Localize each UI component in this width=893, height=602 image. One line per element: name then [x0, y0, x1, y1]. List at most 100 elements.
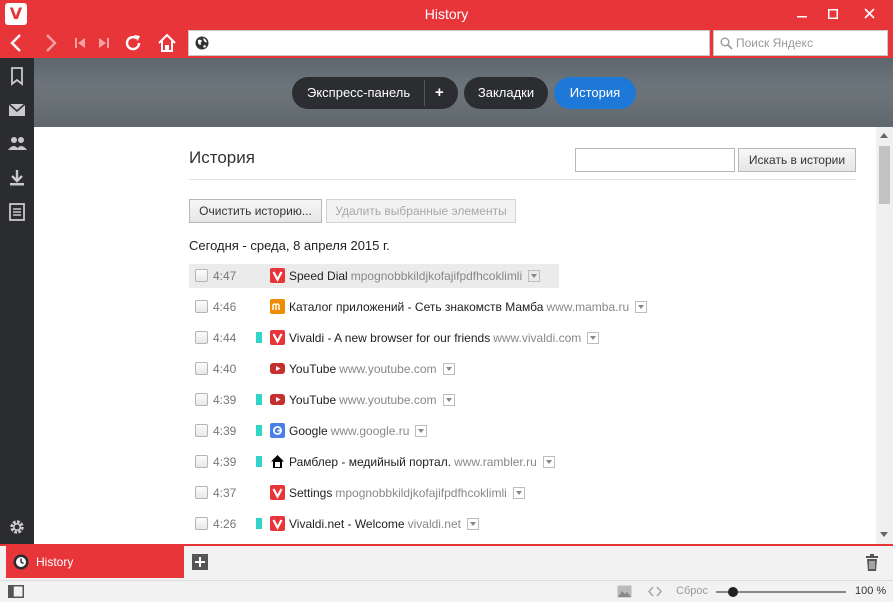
history-row-title[interactable]: Google: [289, 424, 328, 438]
vertical-scrollbar[interactable]: [876, 127, 893, 544]
history-row-checkbox[interactable]: [195, 517, 208, 530]
page-title: История: [189, 148, 255, 167]
history-row-url: vivaldi.net: [407, 517, 461, 531]
row-menu-chevron-down-icon[interactable]: [442, 362, 455, 375]
day-heading: Сегодня - среда, 8 апреля 2015 г.: [189, 238, 390, 253]
history-search-input[interactable]: [575, 148, 735, 172]
header-band: Экспресс-панель + Закладки История: [34, 58, 893, 127]
row-menu-chevron-down-icon[interactable]: [466, 517, 479, 530]
row-menu-chevron-down-icon[interactable]: [542, 455, 555, 468]
close-icon: [863, 8, 875, 19]
tab-bar: History: [0, 544, 893, 580]
maximize-button[interactable]: [820, 0, 846, 28]
history-row-title[interactable]: YouTube: [289, 393, 336, 407]
history-row-time: 4:47: [213, 269, 237, 283]
history-row-checkbox[interactable]: [195, 269, 208, 282]
chevron-right-icon: [46, 34, 57, 52]
history-row-time: 4:46: [213, 300, 237, 314]
search-icon: [720, 37, 733, 50]
close-button[interactable]: [852, 0, 886, 28]
history-row-title[interactable]: Speed Dial: [289, 269, 348, 283]
bookmark-marker-icon: [256, 332, 262, 343]
youtube-icon: [270, 361, 285, 376]
maximize-icon: [828, 9, 838, 19]
images-icon[interactable]: [617, 585, 632, 598]
contacts-panel-icon[interactable]: [6, 133, 28, 155]
history-row-checkbox[interactable]: [195, 486, 208, 499]
history-row-title[interactable]: Каталог приложений - Сеть знакомств Мамб…: [289, 300, 543, 314]
row-menu-chevron-down-icon[interactable]: [415, 424, 428, 437]
search-box[interactable]: [713, 30, 888, 56]
reload-button[interactable]: [120, 30, 146, 56]
back-button[interactable]: [3, 30, 29, 56]
youtube-icon: [270, 392, 285, 407]
history-row-time: 4:39: [213, 393, 237, 407]
chevron-left-icon: [10, 34, 21, 52]
history-row-checkbox[interactable]: [195, 393, 208, 406]
clock-icon: [13, 554, 29, 570]
history-page: Экспресс-панель + Закладки История Истор…: [34, 58, 893, 544]
history-row-title[interactable]: YouTube: [289, 362, 336, 376]
tab-history[interactable]: History: [6, 546, 184, 578]
clear-history-button[interactable]: Очистить историю...: [189, 199, 322, 223]
search-input[interactable]: [736, 33, 884, 53]
mail-panel-icon[interactable]: [6, 99, 28, 121]
address-input[interactable]: [215, 33, 705, 53]
side-panel: [0, 58, 34, 544]
delete-selected-button[interactable]: Удалить выбранные элементы: [326, 199, 516, 223]
history-row[interactable]: 4:47 Speed Dial mpognobbkildjkofajifpdfhco…: [189, 264, 559, 288]
tab-label: History: [36, 555, 74, 569]
downloads-panel-icon[interactable]: [6, 167, 28, 189]
scrollbar-thumb[interactable]: [879, 146, 890, 204]
history-tab[interactable]: История: [554, 77, 636, 109]
forward-button[interactable]: [38, 30, 64, 56]
history-row-checkbox[interactable]: [195, 300, 208, 313]
home-icon: [158, 33, 176, 52]
notes-panel-icon[interactable]: [6, 201, 28, 223]
panel-toggle-icon[interactable]: [8, 585, 24, 598]
row-menu-chevron-down-icon[interactable]: [635, 300, 648, 313]
settings-gear-icon[interactable]: [6, 516, 28, 538]
history-row-checkbox[interactable]: [195, 362, 208, 375]
row-menu-chevron-down-icon[interactable]: [528, 269, 541, 282]
history-row-title[interactable]: Рамблер - медийный портал.: [289, 455, 451, 469]
history-row-title[interactable]: Vivaldi.net - Welcome: [289, 517, 405, 531]
history-row-title[interactable]: Vivaldi - A new browser for our friends: [289, 331, 490, 345]
bookmarks-tab[interactable]: Закладки: [464, 77, 548, 109]
history-row-url: www.mamba.ru: [546, 300, 630, 314]
speed-dial-tab[interactable]: Экспресс-панель: [307, 77, 410, 109]
add-speed-dial-button[interactable]: +: [435, 77, 444, 109]
rewind-button[interactable]: [67, 30, 93, 56]
history-row-time: 4:39: [213, 424, 237, 438]
code-icon[interactable]: [648, 586, 662, 597]
row-menu-chevron-down-icon[interactable]: [587, 331, 600, 344]
zoom-slider-knob[interactable]: [727, 587, 738, 597]
new-tab-icon[interactable]: [192, 554, 208, 570]
search-history-button[interactable]: Искать в истории: [738, 148, 856, 172]
vivaldi-icon: [270, 330, 285, 345]
history-row-title[interactable]: Settings: [289, 486, 332, 500]
trash-icon[interactable]: [864, 554, 880, 571]
history-row-checkbox[interactable]: [195, 424, 208, 437]
bookmark-marker-icon: [256, 518, 262, 529]
title-bar: V History: [0, 0, 893, 28]
rambler-icon: [270, 454, 285, 469]
scroll-up-arrow-icon[interactable]: [880, 133, 888, 138]
home-button[interactable]: [154, 30, 180, 56]
fast-forward-button[interactable]: [91, 30, 117, 56]
rewind-icon: [75, 38, 85, 48]
history-row-url: www.vivaldi.com: [493, 331, 582, 345]
zoom-reset-button[interactable]: Сброс: [676, 585, 708, 597]
bookmarks-panel-icon[interactable]: [6, 65, 28, 87]
history-row-url: www.rambler.ru: [454, 455, 537, 469]
reload-icon: [125, 35, 141, 51]
minimize-button[interactable]: [789, 0, 815, 28]
row-menu-chevron-down-icon[interactable]: [512, 486, 525, 499]
speed-dial-pill-group: Экспресс-панель +: [292, 77, 458, 109]
address-bar[interactable]: [188, 30, 710, 56]
row-menu-chevron-down-icon[interactable]: [442, 393, 455, 406]
history-row-checkbox[interactable]: [195, 455, 208, 468]
scroll-down-arrow-icon[interactable]: [880, 532, 888, 537]
history-row-checkbox[interactable]: [195, 331, 208, 344]
mamba-icon: [270, 299, 285, 314]
